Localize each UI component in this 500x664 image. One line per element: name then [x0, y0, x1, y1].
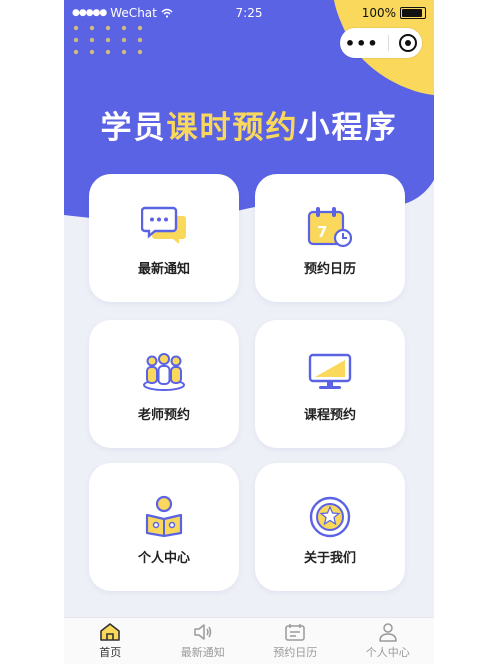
message-icon [141, 206, 186, 244]
card-label: 关于我们 [303, 551, 356, 566]
capsule-divider [388, 35, 390, 51]
page-title: 学员课时预约小程序 [64, 102, 434, 147]
monitor-icon [308, 353, 352, 389]
svg-text:7: 7 [317, 223, 327, 241]
card-personal-center[interactable]: 个人中心 [89, 463, 239, 591]
tab-label: 个人中心 [365, 646, 410, 659]
card-label: 预约日历 [303, 262, 356, 277]
tab-personal-center[interactable]: 个人中心 [342, 618, 435, 664]
card-teacher-booking[interactable]: 老师预约 [89, 320, 239, 448]
tab-label: 最新通知 [180, 646, 225, 659]
battery-label: 100% [361, 6, 396, 20]
tab-label: 预约日历 [273, 646, 318, 659]
person-reading-icon [145, 495, 183, 537]
close-target-icon[interactable] [399, 34, 418, 52]
card-label: 最新通知 [137, 262, 190, 277]
title-highlight: 课时预约 [166, 110, 299, 146]
tab-latest-notice[interactable]: 最新通知 [157, 618, 250, 664]
bottom-tab-bar: 首页 最新通知 预约日历 个人中心 [64, 617, 434, 664]
title-prefix: 学员 [100, 110, 167, 146]
tab-booking-calendar[interactable]: 预约日历 [249, 618, 342, 664]
status-bar: ●●●●● WeChat 7:25 100% [64, 0, 434, 26]
title-suffix: 小程序 [298, 110, 398, 146]
card-about-us[interactable]: 关于我们 [255, 463, 405, 591]
badge-icon [309, 496, 351, 538]
card-course-booking[interactable]: 课程预约 [255, 320, 405, 448]
card-label: 课程预约 [303, 408, 356, 423]
mini-program-capsule: ••• [340, 28, 422, 58]
tab-label: 首页 [99, 646, 122, 659]
card-label: 个人中心 [137, 551, 190, 566]
calendar-tab-icon [285, 624, 305, 641]
teachers-icon [143, 353, 185, 391]
calendar-icon: 7 [307, 207, 353, 248]
card-label: 老师预约 [137, 408, 190, 423]
more-icon[interactable]: ••• [345, 34, 379, 53]
phone-screen: ●●●●● WeChat 7:25 100% ••• 学员课时预约小程序 最新通… [64, 0, 434, 664]
speaker-icon [194, 624, 211, 640]
home-icon [100, 623, 121, 641]
card-latest-notice[interactable]: 最新通知 [89, 174, 239, 302]
tab-home[interactable]: 首页 [64, 618, 157, 664]
user-icon [379, 623, 397, 642]
card-booking-calendar[interactable]: 7 预约日历 [255, 174, 405, 302]
battery-icon [400, 7, 426, 19]
